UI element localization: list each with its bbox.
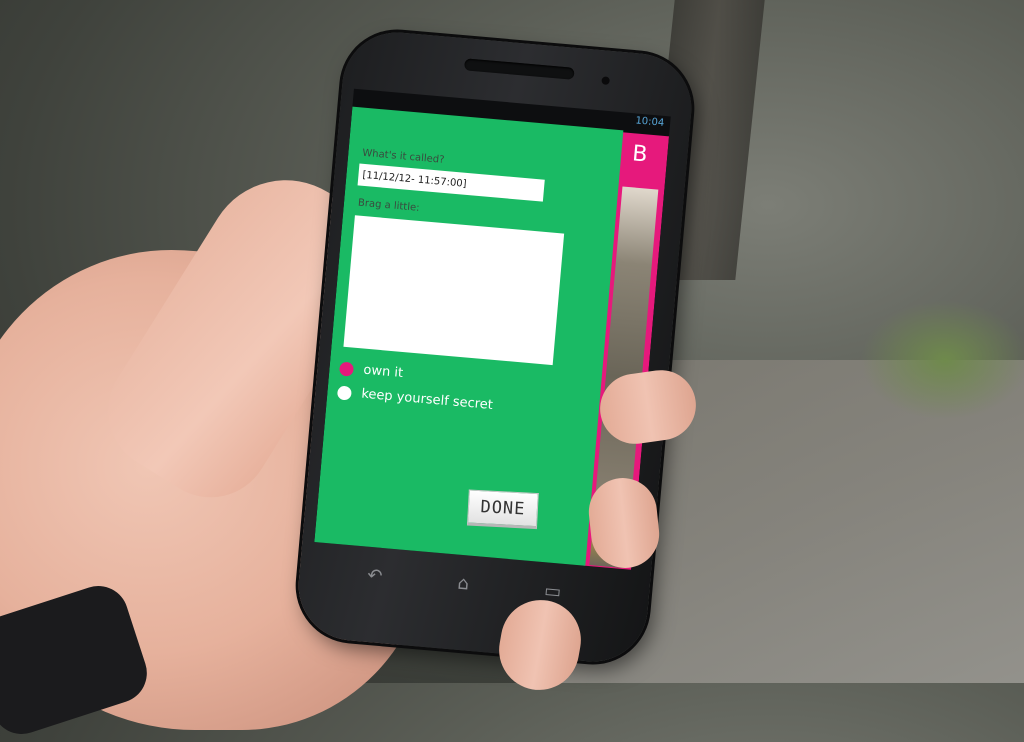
name-input[interactable]: [11/12/12- 11:57:00]: [357, 163, 545, 202]
radio-unselected-icon[interactable]: [336, 384, 353, 401]
name-input-value: [11/12/12- 11:57:00]: [362, 169, 468, 190]
option-keep-secret-label: keep yourself secret: [360, 386, 494, 413]
recent-apps-icon[interactable]: ▭: [543, 580, 562, 602]
nav-bar: ↶ ⌂ ▭: [329, 557, 601, 610]
brag-label: Brag a little:: [357, 197, 420, 214]
done-button[interactable]: DONE: [466, 489, 539, 530]
phone-camera: [601, 76, 610, 85]
status-bar: 10:04: [634, 115, 665, 133]
background-grass: [860, 300, 1024, 420]
brag-textarea[interactable]: [343, 215, 565, 366]
home-icon[interactable]: ⌂: [457, 572, 470, 594]
radio-selected-icon[interactable]: [338, 361, 355, 377]
back-arrow-icon[interactable]: ↶: [366, 564, 383, 586]
phone: 10:04 B What's it called? [11/12/12- 11:…: [294, 27, 696, 667]
option-keep-secret[interactable]: keep yourself secret: [336, 384, 494, 413]
option-own-it[interactable]: own it: [338, 361, 404, 382]
option-own-it-label: own it: [362, 362, 404, 382]
side-panel-letter: B: [631, 141, 649, 168]
brag-form-panel: What's it called? [11/12/12- 11:57:00] B…: [314, 106, 624, 569]
status-time: 10:04: [634, 115, 665, 129]
phone-speaker: [464, 58, 575, 80]
name-label: What's it called?: [361, 147, 445, 166]
